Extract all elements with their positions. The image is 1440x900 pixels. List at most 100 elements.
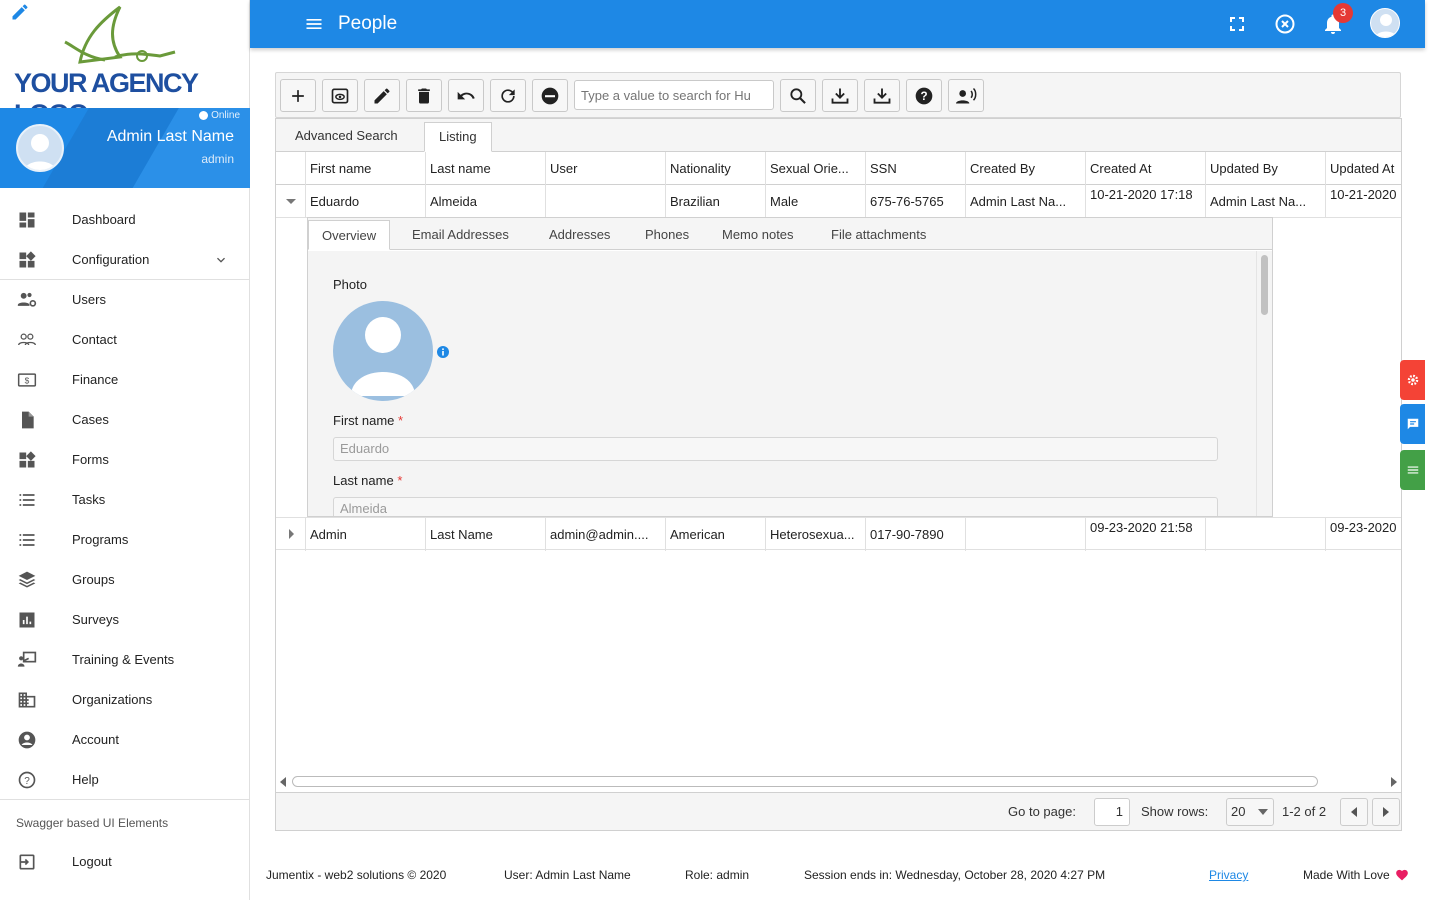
view-button[interactable]	[322, 79, 358, 112]
grid-header: First name Last name User Nationality Se…	[276, 152, 1401, 185]
user-avatar-icon[interactable]	[1370, 8, 1400, 38]
remove-filter-button[interactable]	[532, 79, 568, 112]
info-icon[interactable]	[437, 346, 449, 358]
sidebar-item-account[interactable]: Account	[0, 720, 249, 760]
delete-button[interactable]	[406, 79, 442, 112]
sidebar-item-label: Organizations	[72, 692, 153, 707]
tab-memo-notes[interactable]: Memo notes	[709, 220, 807, 250]
sidebar-item-forms[interactable]: Forms	[0, 440, 249, 480]
privacy-link[interactable]: Privacy	[1209, 868, 1248, 882]
scroll-left-icon	[280, 777, 286, 787]
overview-form: Photo First name * Eduardo Last name * A…	[308, 251, 1256, 516]
export-button[interactable]	[864, 79, 900, 112]
caret-left-icon	[1351, 807, 1357, 817]
tab-email-addresses[interactable]: Email Addresses	[399, 220, 522, 250]
edit-button[interactable]	[364, 79, 400, 112]
tab-addresses[interactable]: Addresses	[536, 220, 623, 250]
footer-user: User: Admin Last Name	[504, 868, 631, 882]
column-header[interactable]: Updated By	[1206, 152, 1326, 185]
footer-role: Role: admin	[685, 868, 750, 882]
sidebar-item-cases[interactable]: Cases	[0, 400, 249, 440]
minus-circle-icon	[541, 87, 559, 104]
last-name-field[interactable]: Almeida	[333, 497, 1218, 516]
column-header[interactable]: Nationality	[666, 152, 766, 185]
undo-button[interactable]	[448, 79, 484, 112]
sidebar-item-help[interactable]: ? Help	[0, 760, 249, 800]
search-input[interactable]	[574, 80, 774, 110]
add-button[interactable]	[280, 79, 316, 112]
table-cell: Eduardo	[306, 185, 426, 218]
table-row[interactable]: Admin Last Name admin@admin.... American…	[276, 517, 1401, 551]
refresh-button[interactable]	[490, 79, 526, 112]
voice-button[interactable]	[948, 79, 984, 112]
tab-phones[interactable]: Phones	[632, 220, 702, 250]
download-button[interactable]	[822, 79, 858, 112]
sidebar-item-label: Configuration	[72, 252, 150, 267]
users-gear-icon	[17, 292, 37, 307]
column-header[interactable]: Last name	[426, 152, 546, 185]
next-page-button[interactable]	[1372, 798, 1400, 826]
tab-file-attachments[interactable]: File attachments	[818, 220, 939, 250]
tab-listing[interactable]: Listing	[424, 122, 492, 152]
list-fab[interactable]	[1400, 450, 1425, 490]
column-header[interactable]: Updated At	[1326, 152, 1401, 185]
column-header[interactable]: Created At	[1086, 152, 1206, 185]
page-input[interactable]: 1	[1094, 798, 1130, 826]
column-header[interactable]: User	[546, 152, 666, 185]
user-card[interactable]: Online Admin Last Name admin	[0, 108, 250, 188]
person-placeholder-icon	[351, 317, 415, 396]
previous-page-button[interactable]	[1340, 798, 1368, 826]
tab-overview[interactable]: Overview	[308, 220, 391, 250]
sidebar-item-contact[interactable]: Contact	[0, 320, 249, 360]
rows-per-page-select[interactable]: 20	[1226, 798, 1274, 826]
column-header[interactable]: Sexual Orie...	[766, 152, 866, 185]
toolbar: ?	[275, 72, 1401, 118]
sidebar-item-label: Dashboard	[72, 212, 136, 227]
view-tabs: Advanced Search Listing	[276, 119, 1401, 152]
row-collapse-toggle[interactable]	[276, 185, 306, 218]
sidebar-item-finance[interactable]: $ Finance	[0, 360, 249, 400]
row-detail-panel: Overview Email Addresses Addresses Phone…	[307, 217, 1273, 517]
sidebar-item-programs[interactable]: Programs	[0, 520, 249, 560]
help-button[interactable]: ?	[906, 79, 942, 112]
settings-fab[interactable]	[1400, 360, 1425, 400]
column-header[interactable]: Created By	[966, 152, 1086, 185]
menu-icon[interactable]	[304, 14, 324, 34]
agency-logo[interactable]: YOUR AGENCY LOGO	[0, 0, 249, 129]
sidebar-item-surveys[interactable]: Surveys	[0, 600, 249, 640]
search-button[interactable]	[780, 79, 816, 112]
goto-page-label: Go to page:	[1008, 804, 1076, 819]
logout-button[interactable]: Logout	[0, 842, 249, 882]
sidebar-item-label: Account	[72, 732, 119, 747]
footer-love: Made With Love	[1303, 868, 1390, 882]
close-circle-icon[interactable]	[1273, 12, 1297, 36]
detail-tabs: Overview Email Addresses Addresses Phone…	[308, 218, 1272, 250]
sidebar-item-dashboard[interactable]: Dashboard	[0, 200, 249, 240]
chat-fab[interactable]	[1400, 404, 1425, 444]
sidebar-item-label: Programs	[72, 532, 129, 547]
file-icon	[22, 411, 34, 429]
sidebar-item-organizations[interactable]: Organizations	[0, 680, 249, 720]
sidebar: YOUR AGENCY LOGO Online Admin Last Name …	[0, 0, 250, 900]
sidebar-item-training-events[interactable]: Training & Events	[0, 640, 249, 680]
photo-avatar[interactable]	[333, 301, 433, 401]
sidebar-item-tasks[interactable]: Tasks	[0, 480, 249, 520]
sidebar-item-users[interactable]: Users	[0, 280, 249, 320]
table-cell: 10-21-2020 17:18	[1086, 185, 1206, 218]
tab-advanced-search[interactable]: Advanced Search	[281, 122, 412, 152]
column-header[interactable]: SSN	[866, 152, 966, 185]
table-row[interactable]: Eduardo Almeida Brazilian Male 675-76-57…	[276, 185, 1401, 218]
table-cell: admin@admin....	[546, 518, 666, 551]
edit-pencil-icon[interactable]	[10, 2, 30, 22]
chevron-down-icon	[1258, 809, 1268, 815]
row-expand-toggle[interactable]	[276, 518, 306, 551]
fullscreen-icon[interactable]	[1225, 12, 1249, 36]
undo-icon	[457, 91, 475, 99]
detail-scrollbar[interactable]	[1256, 251, 1272, 516]
horizontal-scrollbar[interactable]	[276, 773, 1401, 791]
first-name-field[interactable]: Eduardo	[333, 437, 1218, 461]
svg-text:$: $	[25, 375, 30, 385]
column-header[interactable]: First name	[306, 152, 426, 185]
sidebar-item-configuration[interactable]: Configuration	[0, 240, 249, 280]
sidebar-item-groups[interactable]: Groups	[0, 560, 249, 600]
